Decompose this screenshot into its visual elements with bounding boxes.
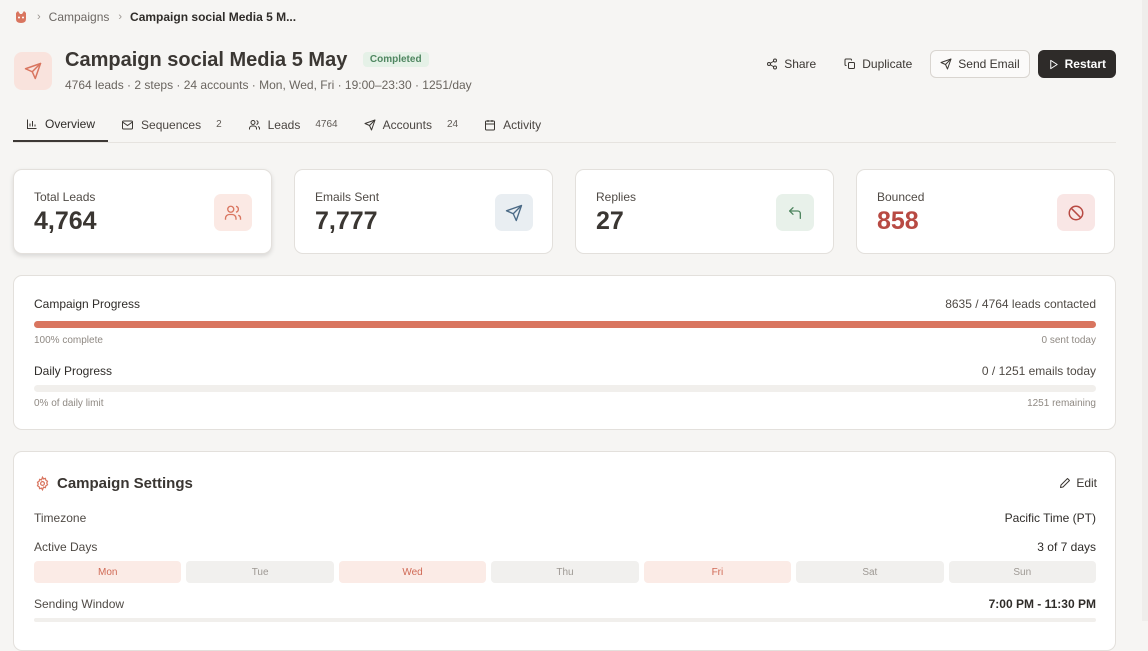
stat-label: Total Leads (34, 190, 96, 204)
header-actions: Share Duplicate Send Email Restart (756, 50, 1116, 78)
duplicate-label: Duplicate (862, 57, 913, 71)
tab-label: Overview (45, 117, 96, 131)
stat-card-total-leads: Total Leads 4,764 (13, 169, 272, 254)
day-thu: Thu (491, 561, 639, 583)
restart-label: Restart (1064, 57, 1106, 71)
sending-window-value: 7:00 PM - 11:30 PM (988, 597, 1096, 611)
stat-value: 4,764 (34, 207, 97, 235)
breadcrumb: › Campaigns › Campaign social Media 5 M.… (14, 10, 296, 24)
sending-window-bar (34, 618, 1096, 622)
tab-accounts[interactable]: Accounts 24 (351, 108, 471, 141)
share-icon (767, 58, 778, 70)
ban-icon (1057, 194, 1095, 231)
tab-activity[interactable]: Activity (471, 108, 554, 141)
campaign-progress-contacted: 8635 / 4764 leads contacted (945, 297, 1096, 311)
active-days-label: Active Days (34, 540, 98, 554)
edit-settings-button[interactable]: Edit (1059, 476, 1097, 490)
chevron-right-icon: › (118, 11, 123, 23)
day-sat: Sat (796, 561, 944, 583)
tab-label: Sequences (141, 117, 202, 132)
mail-icon (122, 120, 134, 129)
chevron-right-icon: › (37, 11, 41, 23)
page-title: Campaign social Media 5 May Completed (65, 49, 429, 72)
stat-value: 27 (596, 207, 624, 235)
daily-progress-today: 0 / 1251 emails today (981, 364, 1096, 378)
tab-sequences[interactable]: Sequences 2 (108, 108, 235, 141)
active-days-value: 3 of 7 days (1037, 540, 1096, 554)
duplicate-button[interactable]: Duplicate (834, 50, 922, 78)
pencil-icon (1060, 478, 1071, 488)
send-icon (940, 58, 952, 70)
settings-header: Campaign Settings (35, 475, 193, 492)
share-label: Share (784, 57, 817, 71)
users-icon (214, 194, 252, 231)
scrollbar[interactable] (1142, 0, 1148, 621)
sending-window-label: Sending Window (34, 597, 125, 611)
campaign-progress-title: Campaign Progress (34, 297, 141, 311)
gear-icon (36, 476, 49, 491)
tab-leads[interactable]: Leads 4764 (235, 108, 351, 141)
daily-progress-bar (34, 385, 1096, 392)
tab-count: 2 (216, 119, 222, 130)
status-badge: Completed (362, 52, 429, 67)
timezone-label: Timezone (34, 511, 87, 525)
day-tue: Tue (186, 561, 334, 583)
send-email-button[interactable]: Send Email (930, 50, 1030, 78)
stat-card-emails-sent: Emails Sent 7,777 (294, 169, 553, 254)
campaign-progress-bar (34, 321, 1096, 328)
stat-value: 858 (877, 207, 919, 235)
stat-label: Emails Sent (315, 190, 380, 204)
play-icon (1049, 59, 1058, 69)
active-days-row: Active Days 3 of 7 days (34, 540, 1096, 554)
reply-icon (776, 194, 814, 231)
settings-title: Campaign Settings (57, 475, 193, 492)
timezone-row: Timezone Pacific Time (PT) (34, 511, 1096, 525)
sending-window-row: Sending Window 7:00 PM - 11:30 PM (34, 597, 1096, 611)
stat-value: 7,777 (315, 207, 378, 235)
campaign-settings-card: Campaign Settings Edit Timezone Pacific … (13, 451, 1116, 651)
bar-chart-icon (27, 119, 37, 129)
day-mon: Mon (34, 561, 182, 583)
campaign-summary: 4764 leads · 2 steps · 24 accounts · Mon… (65, 78, 472, 92)
calendar-icon (485, 119, 496, 130)
tab-bar: Overview Sequences 2 Leads 4764 Accounts… (13, 108, 1116, 143)
stat-label: Bounced (877, 190, 925, 204)
timezone-value: Pacific Time (PT) (1004, 511, 1096, 525)
users-icon (248, 119, 260, 129)
campaign-header: Campaign social Media 5 May Completed 47… (14, 47, 1116, 95)
daily-progress-remaining: 1251 remaining (1027, 398, 1096, 409)
tab-count: 4764 (315, 119, 338, 130)
breadcrumb-campaigns-link[interactable]: Campaigns (49, 10, 110, 24)
tab-label: Accounts (382, 117, 432, 132)
daily-progress-percent: 0% of daily limit (34, 398, 104, 409)
day-sun: Sun (948, 561, 1096, 583)
send-email-label: Send Email (958, 57, 1020, 71)
breadcrumb-current: Campaign social Media 5 M... (130, 10, 297, 24)
campaign-progress-today: 0 sent today (1041, 335, 1096, 346)
stat-card-replies: Replies 27 (575, 169, 834, 254)
share-button[interactable]: Share (756, 50, 826, 78)
day-fri: Fri (643, 561, 792, 583)
app-logo-icon[interactable] (14, 10, 28, 24)
tab-label: Leads (267, 117, 301, 132)
campaign-progress-fill (34, 321, 1096, 328)
daily-progress-title: Daily Progress (34, 364, 113, 378)
campaign-progress-percent: 100% complete (34, 335, 103, 346)
campaign-title: Campaign social Media 5 May (65, 49, 348, 71)
tab-overview[interactable]: Overview (13, 108, 109, 142)
send-icon (495, 194, 533, 231)
active-days-list: Mon Tue Wed Thu Fri Sat Sun (34, 561, 1096, 583)
copy-icon (844, 58, 856, 69)
campaign-send-icon (14, 52, 52, 90)
tab-label: Activity (503, 117, 542, 132)
stat-card-bounced: Bounced 858 (856, 169, 1115, 254)
stat-label: Replies (596, 190, 637, 204)
edit-label: Edit (1076, 476, 1097, 490)
day-wed: Wed (338, 561, 487, 583)
restart-button[interactable]: Restart (1037, 50, 1116, 78)
progress-card: Campaign Progress 8635 / 4764 leads cont… (13, 275, 1116, 430)
tab-count: 24 (446, 119, 459, 130)
send-icon (364, 119, 376, 130)
